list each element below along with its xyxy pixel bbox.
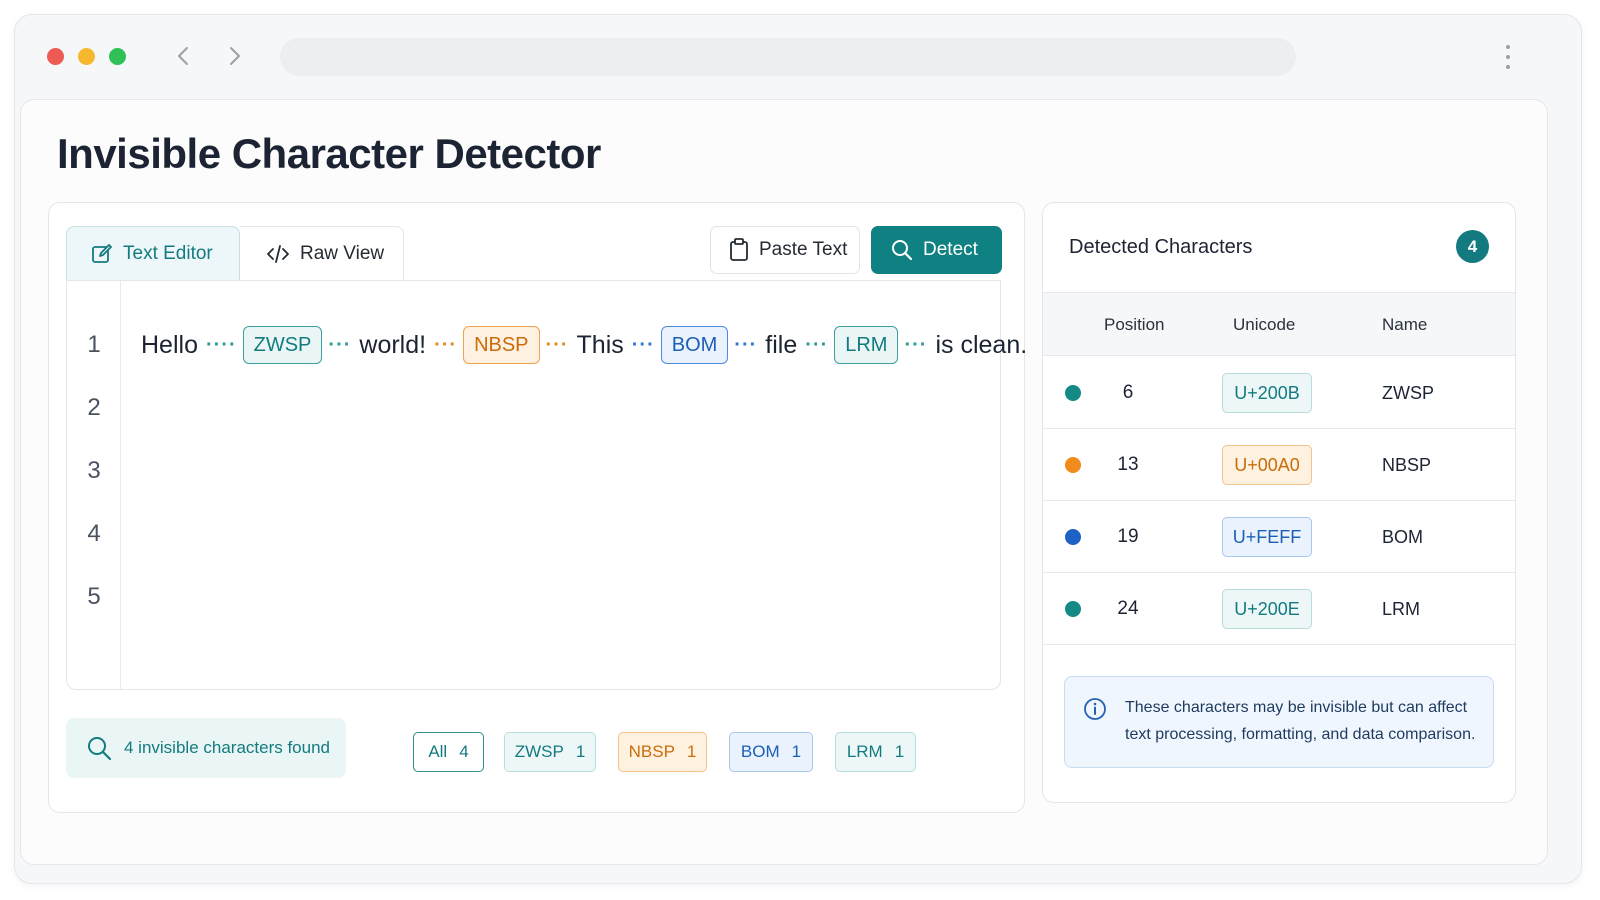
filter-bom[interactable]: BOM 1 [729, 732, 813, 772]
chevron-left-icon [178, 47, 188, 65]
text-editor-area[interactable]: 1 2 3 4 5 Hello ···· ZWSP ··· world! ···… [66, 280, 1027, 690]
filter-count: 1 [575, 742, 586, 761]
tab-label: Raw View [300, 242, 385, 264]
tab-text-editor[interactable]: Text Editor [66, 226, 240, 280]
lrm-marker[interactable]: LRM [834, 326, 899, 364]
tab-raw-view[interactable]: Raw View [240, 226, 404, 280]
count-badge: 4 [1456, 230, 1489, 263]
detect-button[interactable]: Detect [871, 226, 1002, 274]
dotted-connector: ··· [434, 333, 458, 356]
text-word: This [576, 330, 624, 359]
filter-lrm[interactable]: LRM 1 [835, 732, 916, 772]
info-text: These characters may be invisible but ca… [1125, 699, 1476, 743]
text-word: Hello [141, 330, 198, 359]
panel-title: Detected Characters [1069, 236, 1253, 258]
chevron-right-icon [230, 47, 240, 65]
back-button[interactable] [170, 42, 196, 70]
dotted-connector: ··· [328, 333, 352, 356]
unicode-badge: U+200B [1222, 373, 1312, 413]
status-dot [1065, 385, 1081, 401]
close-window-dot[interactable] [47, 48, 64, 65]
code-icon [267, 244, 289, 263]
filter-count: 1 [791, 742, 802, 761]
table-row[interactable]: 13 U+00A0 NBSP [1043, 429, 1515, 501]
unicode-badge: U+200E [1222, 589, 1312, 629]
table-row[interactable]: 19 U+FEFF BOM [1043, 501, 1515, 573]
address-bar[interactable] [280, 38, 1296, 76]
dotted-connector: ··· [545, 333, 569, 356]
browser-menu-button[interactable] [1500, 42, 1516, 72]
page-title: Invisible Character Detector [57, 130, 601, 177]
paste-label: Paste Text [759, 239, 848, 260]
line-number: 2 [87, 394, 101, 421]
filter-label: BOM [740, 742, 780, 761]
column-header-position[interactable]: Position [1104, 293, 1164, 357]
kebab-dot [1506, 45, 1510, 49]
search-icon [88, 737, 112, 761]
filter-count: 1 [686, 742, 697, 761]
filter-zwsp[interactable]: ZWSP 1 [504, 732, 596, 772]
filter-nbsp[interactable]: NBSP 1 [618, 732, 707, 772]
tab-label: Text Editor [123, 242, 213, 264]
status-dot [1065, 529, 1081, 545]
info-notice: These characters may be invisible but ca… [1064, 676, 1494, 768]
detect-label: Detect [923, 239, 978, 260]
kebab-dot [1506, 55, 1510, 59]
position-cell: 19 [1117, 526, 1139, 547]
minimize-window-dot[interactable] [78, 48, 95, 65]
maximize-window-dot[interactable] [109, 48, 126, 65]
column-header-unicode[interactable]: Unicode [1233, 293, 1295, 357]
line-number-gutter: 1 2 3 4 5 [67, 281, 121, 689]
dotted-connector: ··· [631, 333, 655, 356]
filter-label: All [428, 742, 448, 761]
line-number: 1 [87, 331, 101, 358]
line-number: 5 [87, 583, 101, 610]
name-cell: LRM [1382, 598, 1421, 619]
line-number: 4 [87, 520, 101, 547]
filter-all[interactable]: All 4 [413, 732, 484, 772]
text-word: is clean. [935, 330, 1028, 359]
line-number: 3 [87, 457, 101, 484]
position-cell: 6 [1122, 382, 1134, 403]
position-cell: 24 [1117, 598, 1139, 619]
text-word: world! [359, 330, 427, 359]
column-header-name[interactable]: Name [1382, 293, 1427, 357]
filter-label: NBSP [628, 742, 675, 761]
position-cell: 13 [1117, 454, 1139, 475]
unicode-badge: U+00A0 [1222, 445, 1312, 485]
summary-text: 4 invisible characters found [124, 738, 331, 757]
info-icon [1084, 698, 1106, 720]
name-cell: ZWSP [1382, 382, 1434, 403]
filter-count: 1 [894, 742, 905, 761]
status-dot [1065, 601, 1081, 617]
name-cell: NBSP [1382, 454, 1432, 475]
filter-count: 4 [459, 742, 469, 761]
status-dot [1065, 457, 1081, 473]
nbsp-marker[interactable]: NBSP [463, 326, 540, 364]
paste-text-button[interactable]: Paste Text [710, 226, 860, 274]
summary-banner: 4 invisible characters found [66, 718, 346, 778]
search-icon [892, 240, 913, 261]
table-row[interactable]: 24 U+200E LRM [1043, 573, 1515, 645]
filter-label: LRM [846, 742, 883, 761]
dotted-connector: ··· [904, 333, 928, 356]
filter-label: ZWSP [514, 742, 564, 761]
zwsp-marker[interactable]: ZWSP [242, 326, 323, 364]
dotted-connector: ···· [205, 333, 237, 356]
forward-button[interactable] [222, 42, 248, 70]
edit-icon [92, 243, 112, 263]
editor-line-1: Hello ···· ZWSP ··· world! ··· NBSP ··· … [139, 325, 1029, 365]
detected-characters-panel: Detected Characters 4 Position Unicode N… [1042, 202, 1516, 803]
text-word: file [765, 330, 798, 359]
table-row[interactable]: 6 U+200B ZWSP [1043, 357, 1515, 429]
clipboard-icon [730, 238, 748, 261]
table-header: Position Unicode Name [1043, 292, 1515, 356]
name-cell: BOM [1382, 526, 1424, 547]
kebab-dot [1506, 65, 1510, 69]
unicode-badge: U+FEFF [1222, 517, 1312, 557]
dotted-connector: ··· [734, 333, 758, 356]
dotted-connector: ··· [805, 333, 829, 356]
bom-marker[interactable]: BOM [660, 326, 729, 364]
